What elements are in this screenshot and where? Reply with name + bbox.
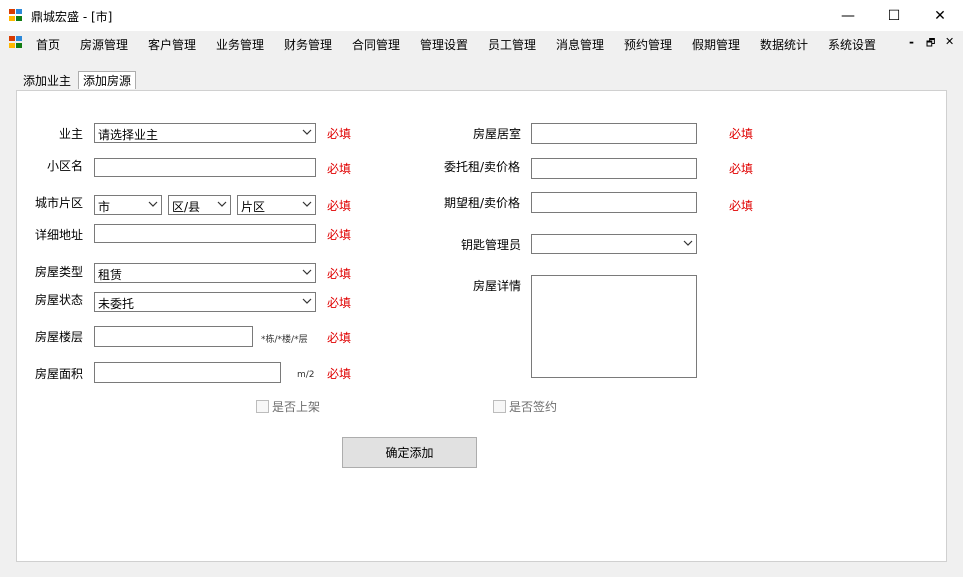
details-label: 房屋详情 bbox=[473, 279, 522, 293]
chevron-down-icon bbox=[217, 201, 227, 207]
menu-item-finance[interactable]: 财务管理 bbox=[284, 36, 332, 53]
expected-price-label: 期望租/卖价格 bbox=[444, 196, 521, 210]
required-mark: 必填 bbox=[327, 127, 352, 141]
owner-label: 业主 bbox=[59, 127, 84, 141]
mdi-close-button[interactable]: ✕ bbox=[945, 35, 954, 48]
menu-item-business[interactable]: 业务管理 bbox=[216, 36, 264, 53]
menu-item-messages[interactable]: 消息管理 bbox=[556, 36, 604, 53]
community-input[interactable] bbox=[94, 158, 316, 177]
entrust-price-input[interactable] bbox=[531, 158, 697, 179]
required-mark: 必填 bbox=[327, 267, 352, 281]
area-unit: m/2 bbox=[297, 370, 315, 380]
entrust-price-label: 委托租/卖价格 bbox=[444, 160, 521, 174]
chevron-down-icon bbox=[148, 201, 158, 207]
key-manager-select[interactable] bbox=[531, 234, 697, 254]
required-mark: 必填 bbox=[327, 162, 352, 176]
chevron-down-icon bbox=[302, 298, 312, 304]
signed-checkbox[interactable]: 是否签约 bbox=[493, 398, 557, 415]
required-mark: 必填 bbox=[327, 296, 352, 310]
house-status-label: 房屋状态 bbox=[35, 293, 84, 307]
floor-label: 房屋楼层 bbox=[35, 330, 84, 344]
required-mark: 必填 bbox=[729, 199, 754, 213]
details-textarea[interactable] bbox=[531, 275, 697, 378]
city-select[interactable]: 市 bbox=[94, 195, 162, 215]
menu-item-customers[interactable]: 客户管理 bbox=[148, 36, 196, 53]
address-input[interactable] bbox=[94, 224, 316, 243]
expected-price-input[interactable] bbox=[531, 192, 697, 213]
chevron-down-icon bbox=[683, 240, 693, 246]
floor-format-hint: *栋/*楼/*层 bbox=[261, 335, 308, 345]
mdi-minimize-button[interactable]: - bbox=[909, 35, 914, 49]
community-label: 小区名 bbox=[47, 159, 84, 173]
listed-checkbox[interactable]: 是否上架 bbox=[256, 398, 320, 415]
menu-item-statistics[interactable]: 数据统计 bbox=[760, 36, 808, 53]
required-mark: 必填 bbox=[327, 331, 352, 345]
confirm-add-button[interactable]: 确定添加 bbox=[342, 437, 477, 468]
area-size-label: 房屋面积 bbox=[35, 367, 84, 381]
required-mark: 必填 bbox=[729, 127, 754, 141]
menu-item-settings-mgmt[interactable]: 管理设置 bbox=[420, 36, 468, 53]
menu-item-system[interactable]: 系统设置 bbox=[828, 36, 876, 53]
rooms-input[interactable] bbox=[531, 123, 697, 144]
menu-item-contracts[interactable]: 合同管理 bbox=[352, 36, 400, 53]
menu-item-listings[interactable]: 房源管理 bbox=[80, 36, 128, 53]
key-manager-label: 钥匙管理员 bbox=[461, 238, 522, 252]
menu-item-holidays[interactable]: 假期管理 bbox=[692, 36, 740, 53]
mdi-child-icon[interactable] bbox=[9, 36, 23, 49]
floor-input[interactable] bbox=[94, 326, 253, 347]
minimize-button[interactable]: — bbox=[825, 0, 871, 31]
chevron-down-icon bbox=[302, 201, 312, 207]
tab-add-listing[interactable]: 添加房源 bbox=[78, 71, 137, 89]
menu-item-home[interactable]: 首页 bbox=[36, 36, 60, 53]
area-size-input[interactable] bbox=[94, 362, 281, 383]
close-button[interactable]: ✕ bbox=[917, 0, 963, 31]
title-bar: 鼎城宏盛 - [市] — ☐ ✕ bbox=[0, 0, 963, 31]
area-select[interactable]: 片区 bbox=[237, 195, 316, 215]
required-mark: 必填 bbox=[327, 228, 352, 242]
window-title: 鼎城宏盛 - [市] bbox=[31, 10, 113, 24]
rooms-label: 房屋居室 bbox=[473, 127, 522, 141]
district-select[interactable]: 区/县 bbox=[168, 195, 231, 215]
tab-add-owner[interactable]: 添加业主 bbox=[19, 72, 75, 90]
house-status-select[interactable]: 未委托 bbox=[94, 292, 316, 312]
chevron-down-icon bbox=[302, 129, 312, 135]
city-area-label: 城市片区 bbox=[35, 196, 84, 210]
required-mark: 必填 bbox=[327, 367, 352, 381]
chevron-down-icon bbox=[302, 269, 312, 275]
menu-bar: 首页 房源管理 客户管理 业务管理 财务管理 合同管理 管理设置 员工管理 消息… bbox=[0, 31, 963, 56]
house-type-label: 房屋类型 bbox=[35, 265, 84, 279]
owner-select[interactable]: 请选择业主 bbox=[94, 123, 316, 143]
required-mark: 必填 bbox=[729, 162, 754, 176]
address-label: 详细地址 bbox=[35, 228, 84, 242]
menu-item-appointments[interactable]: 预约管理 bbox=[624, 36, 672, 53]
required-mark: 必填 bbox=[327, 199, 352, 213]
maximize-button[interactable]: ☐ bbox=[871, 0, 917, 31]
app-icon bbox=[9, 9, 23, 22]
mdi-restore-button[interactable]: 🗗 bbox=[926, 36, 935, 53]
house-type-select[interactable]: 租赁 bbox=[94, 263, 316, 283]
menu-item-staff[interactable]: 员工管理 bbox=[488, 36, 536, 53]
